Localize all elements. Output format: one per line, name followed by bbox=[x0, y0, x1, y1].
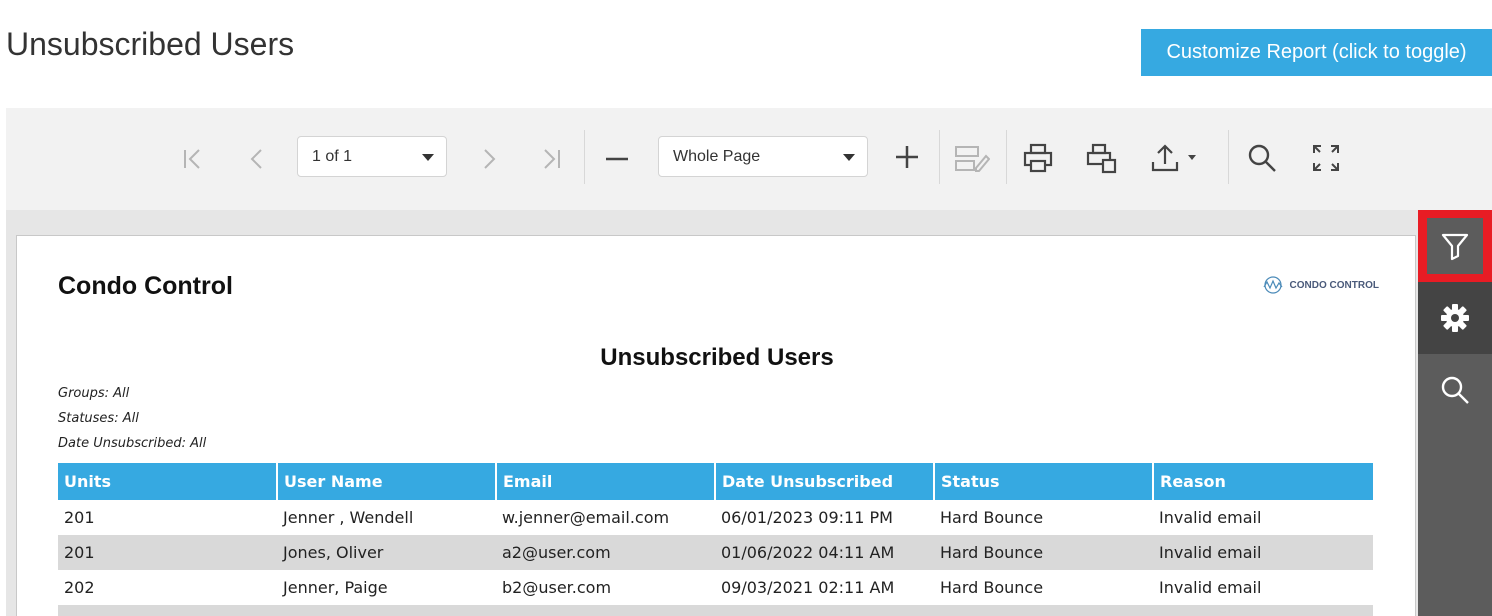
cell-reason: Invalid email bbox=[1159, 578, 1262, 597]
side-panel bbox=[1418, 210, 1492, 616]
cell-date: 06/01/2023 09:11 PM bbox=[721, 508, 893, 527]
cell-unit: 201 bbox=[58, 535, 277, 570]
search-icon bbox=[1441, 376, 1469, 404]
print-preview-icon[interactable] bbox=[1084, 140, 1120, 176]
report-page: Condo Control CONDO CONTROL Unsubscribed… bbox=[16, 235, 1416, 616]
column-header: Date Unsubscribed bbox=[715, 463, 935, 500]
filter-icon bbox=[1441, 233, 1469, 261]
report-viewer: 1 of 1 Whole Page Condo Control CONDO CO… bbox=[6, 108, 1492, 616]
cell-date: 01/06/2022 04:11 AM bbox=[715, 535, 934, 570]
cell-user-name: Jenner , Wendell bbox=[283, 508, 414, 527]
settings-panel-button[interactable] bbox=[1418, 282, 1492, 354]
first-page-icon[interactable] bbox=[178, 146, 208, 172]
logo-text: CONDO CONTROL bbox=[1289, 279, 1379, 291]
zoom-out-icon[interactable] bbox=[602, 144, 632, 174]
search-icon[interactable] bbox=[1244, 140, 1280, 176]
column-header: User Name bbox=[277, 463, 497, 500]
company-logo: CONDO CONTROL bbox=[1260, 276, 1379, 294]
cell-status: Hard Bounce bbox=[934, 535, 1153, 570]
search-panel-button[interactable] bbox=[1418, 354, 1492, 426]
filter-panel-button[interactable] bbox=[1418, 210, 1492, 282]
cell-reason: Invalid email bbox=[1153, 535, 1373, 570]
viewer-toolbar: 1 of 1 Whole Page bbox=[6, 108, 1492, 210]
print-icon[interactable] bbox=[1020, 140, 1056, 176]
edit-form-icon[interactable] bbox=[952, 142, 992, 176]
cell-status: Hard Bounce bbox=[940, 508, 1044, 527]
export-icon[interactable] bbox=[1148, 140, 1204, 176]
table-header-row: Units User Name Email Date Unsubscribed … bbox=[58, 463, 1373, 500]
gear-icon bbox=[1441, 304, 1469, 332]
cell-unit: 201 bbox=[64, 508, 95, 527]
cell-email: b2@user.com bbox=[502, 578, 612, 597]
cell-email: a2@user.com bbox=[496, 535, 715, 570]
filter-statuses: Statuses: All bbox=[58, 411, 139, 426]
zoom-in-icon[interactable] bbox=[892, 142, 922, 172]
table-row: 201 Jenner , Wendell w.jenner@email.com … bbox=[58, 500, 1373, 535]
table-row: 202 Jenner, Paige b2@user.com 09/03/2021… bbox=[58, 570, 1373, 605]
cell-user-name: Jenner, Paige bbox=[283, 578, 388, 597]
table-row bbox=[58, 605, 1373, 616]
page-title: Unsubscribed Users bbox=[6, 26, 295, 62]
report-table: Units User Name Email Date Unsubscribed … bbox=[58, 463, 1373, 616]
cell-email: w.jenner@email.com bbox=[502, 508, 670, 527]
chevron-down-icon bbox=[422, 154, 434, 161]
page-selector[interactable]: 1 of 1 bbox=[297, 136, 447, 177]
next-page-icon[interactable] bbox=[474, 146, 504, 172]
filter-date-unsubscribed: Date Unsubscribed: All bbox=[58, 436, 207, 451]
fullscreen-icon[interactable] bbox=[1308, 140, 1344, 176]
previous-page-icon[interactable] bbox=[242, 146, 272, 172]
filter-groups: Groups: All bbox=[58, 386, 130, 401]
page-selector-value: 1 of 1 bbox=[312, 147, 353, 165]
customize-report-button[interactable]: Customize Report (click to toggle) bbox=[1141, 29, 1492, 76]
table-row: 201 Jones, Oliver a2@user.com 01/06/2022… bbox=[58, 535, 1373, 570]
zoom-selector[interactable]: Whole Page bbox=[658, 136, 868, 177]
report-area: Condo Control CONDO CONTROL Unsubscribed… bbox=[6, 210, 1418, 616]
zoom-selector-value: Whole Page bbox=[673, 147, 761, 165]
column-header: Reason bbox=[1153, 463, 1373, 500]
chevron-down-icon bbox=[843, 154, 855, 161]
cell-reason: Invalid email bbox=[1159, 508, 1262, 527]
toolbar-separator bbox=[1228, 130, 1229, 184]
cell-unit: 202 bbox=[64, 578, 95, 597]
column-header: Units bbox=[58, 463, 278, 500]
last-page-icon[interactable] bbox=[536, 146, 566, 172]
column-header: Status bbox=[934, 463, 1154, 500]
toolbar-separator bbox=[939, 130, 940, 184]
cell-status: Hard Bounce bbox=[940, 578, 1044, 597]
report-title: Unsubscribed Users bbox=[600, 344, 834, 371]
column-header: Email bbox=[496, 463, 716, 500]
toolbar-separator bbox=[584, 130, 585, 184]
company-name: Condo Control bbox=[58, 272, 233, 300]
toolbar-separator bbox=[1006, 130, 1007, 184]
cell-date: 09/03/2021 02:11 AM bbox=[721, 578, 895, 597]
cell-user-name: Jones, Oliver bbox=[277, 535, 496, 570]
